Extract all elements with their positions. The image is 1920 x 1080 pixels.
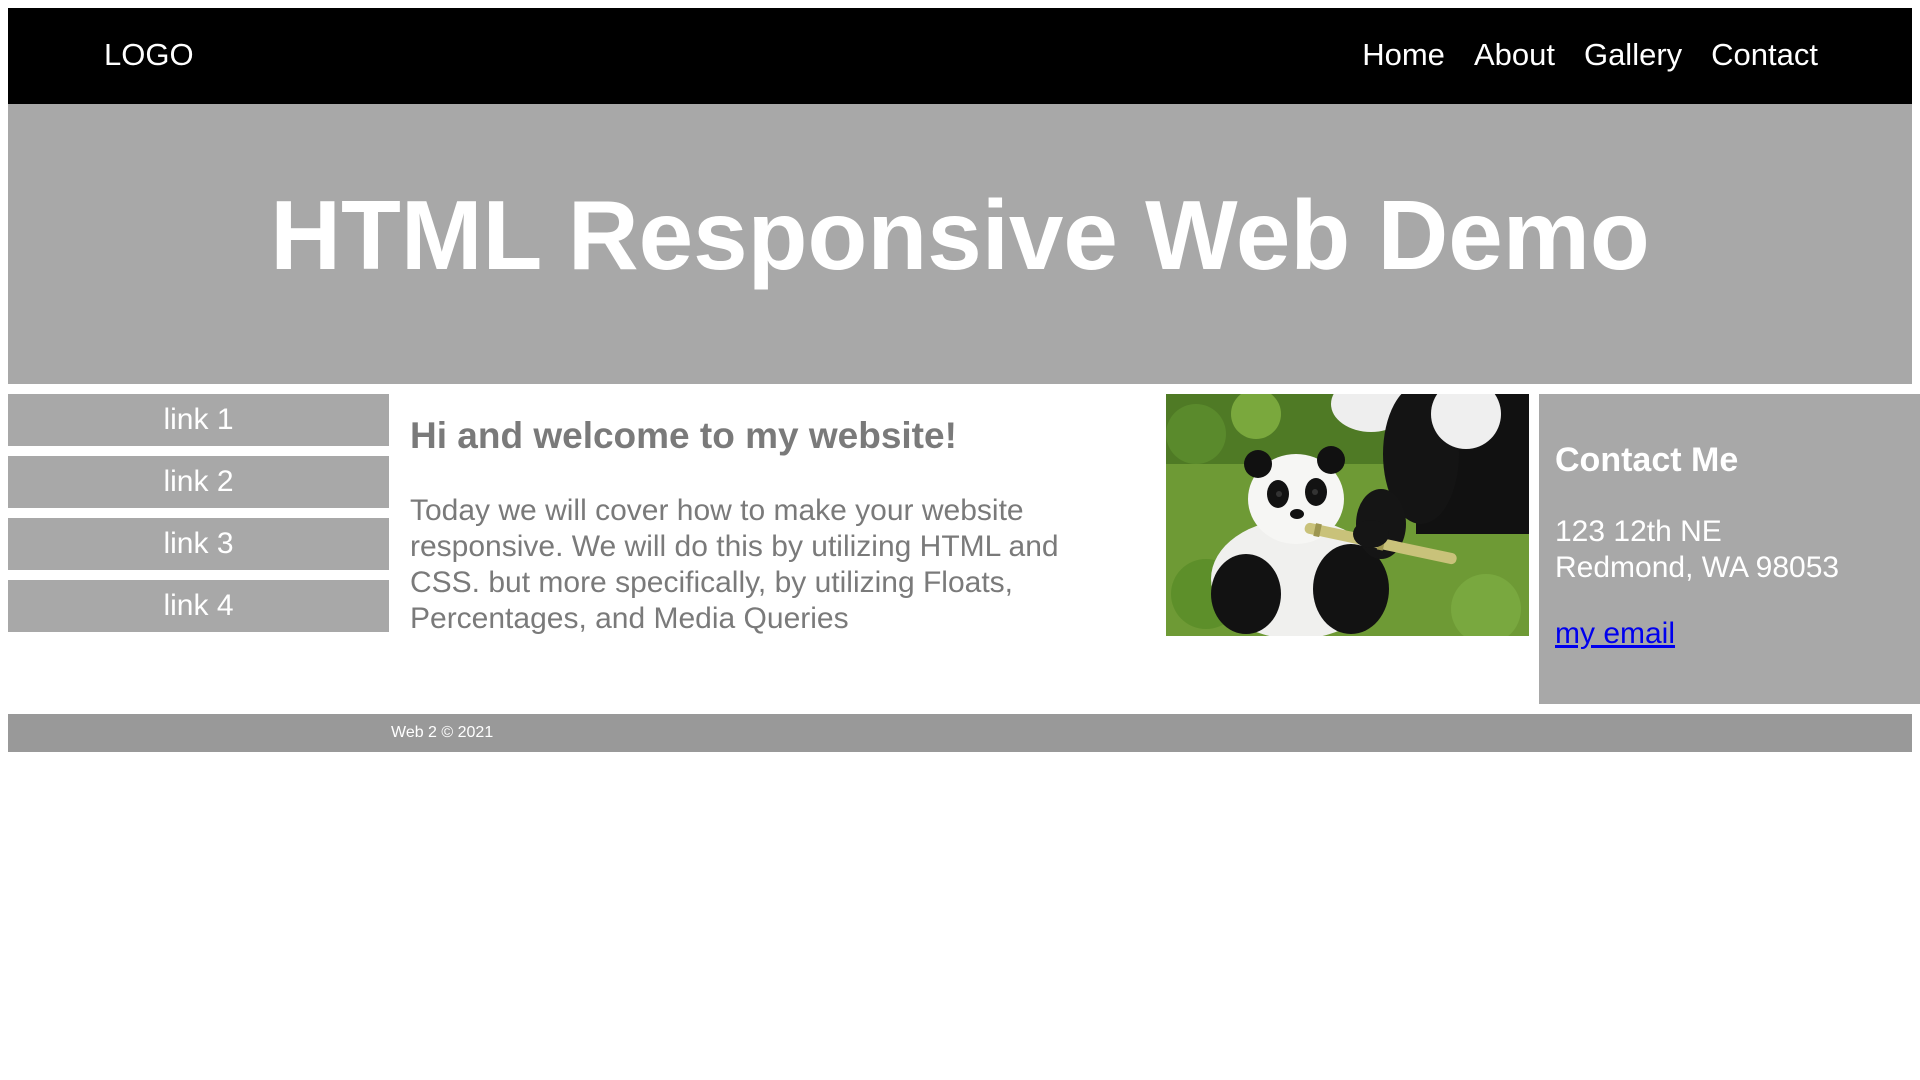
hero-title: HTML Responsive Web Demo [270,180,1650,290]
sidebar-link-1[interactable]: link 1 [8,394,389,446]
main-nav: Home About Gallery Contact [1362,36,1818,74]
page: LOGO Home About Gallery Contact HTML Res… [0,0,1920,1080]
footer: Web 2 © 2021 [8,714,1912,752]
contact-email-link[interactable]: my email [1555,616,1675,652]
site-logo[interactable]: LOGO [104,36,194,74]
sidebar: link 1 link 2 link 3 link 4 [8,394,389,642]
nav-link-about[interactable]: About [1474,36,1555,74]
main-content: Hi and welcome to my website! Today we w… [410,412,1090,637]
top-navbar: LOGO Home About Gallery Contact [8,8,1912,104]
contact-box: Contact Me 123 12th NE Redmond, WA 98053… [1539,394,1920,704]
welcome-heading: Hi and welcome to my website! [410,415,957,456]
welcome-paragraph: Today we will cover how to make your web… [410,494,1059,635]
contact-address-line2: Redmond, WA 98053 [1555,551,1840,584]
sidebar-link-3[interactable]: link 3 [8,518,389,570]
nav-link-gallery[interactable]: Gallery [1584,36,1682,74]
panda-photo-illustration [1166,394,1529,636]
hero-banner: HTML Responsive Web Demo [8,104,1912,384]
contact-address-line1: 123 12th NE [1555,515,1722,548]
nav-link-home[interactable]: Home [1362,36,1445,74]
contact-title: Contact Me [1555,441,1739,479]
panda-photo [1166,394,1529,636]
footer-copyright: Web 2 © 2021 [391,724,494,741]
sidebar-link-2[interactable]: link 2 [8,456,389,508]
sidebar-link-4[interactable]: link 4 [8,580,389,632]
nav-link-contact[interactable]: Contact [1711,36,1818,74]
